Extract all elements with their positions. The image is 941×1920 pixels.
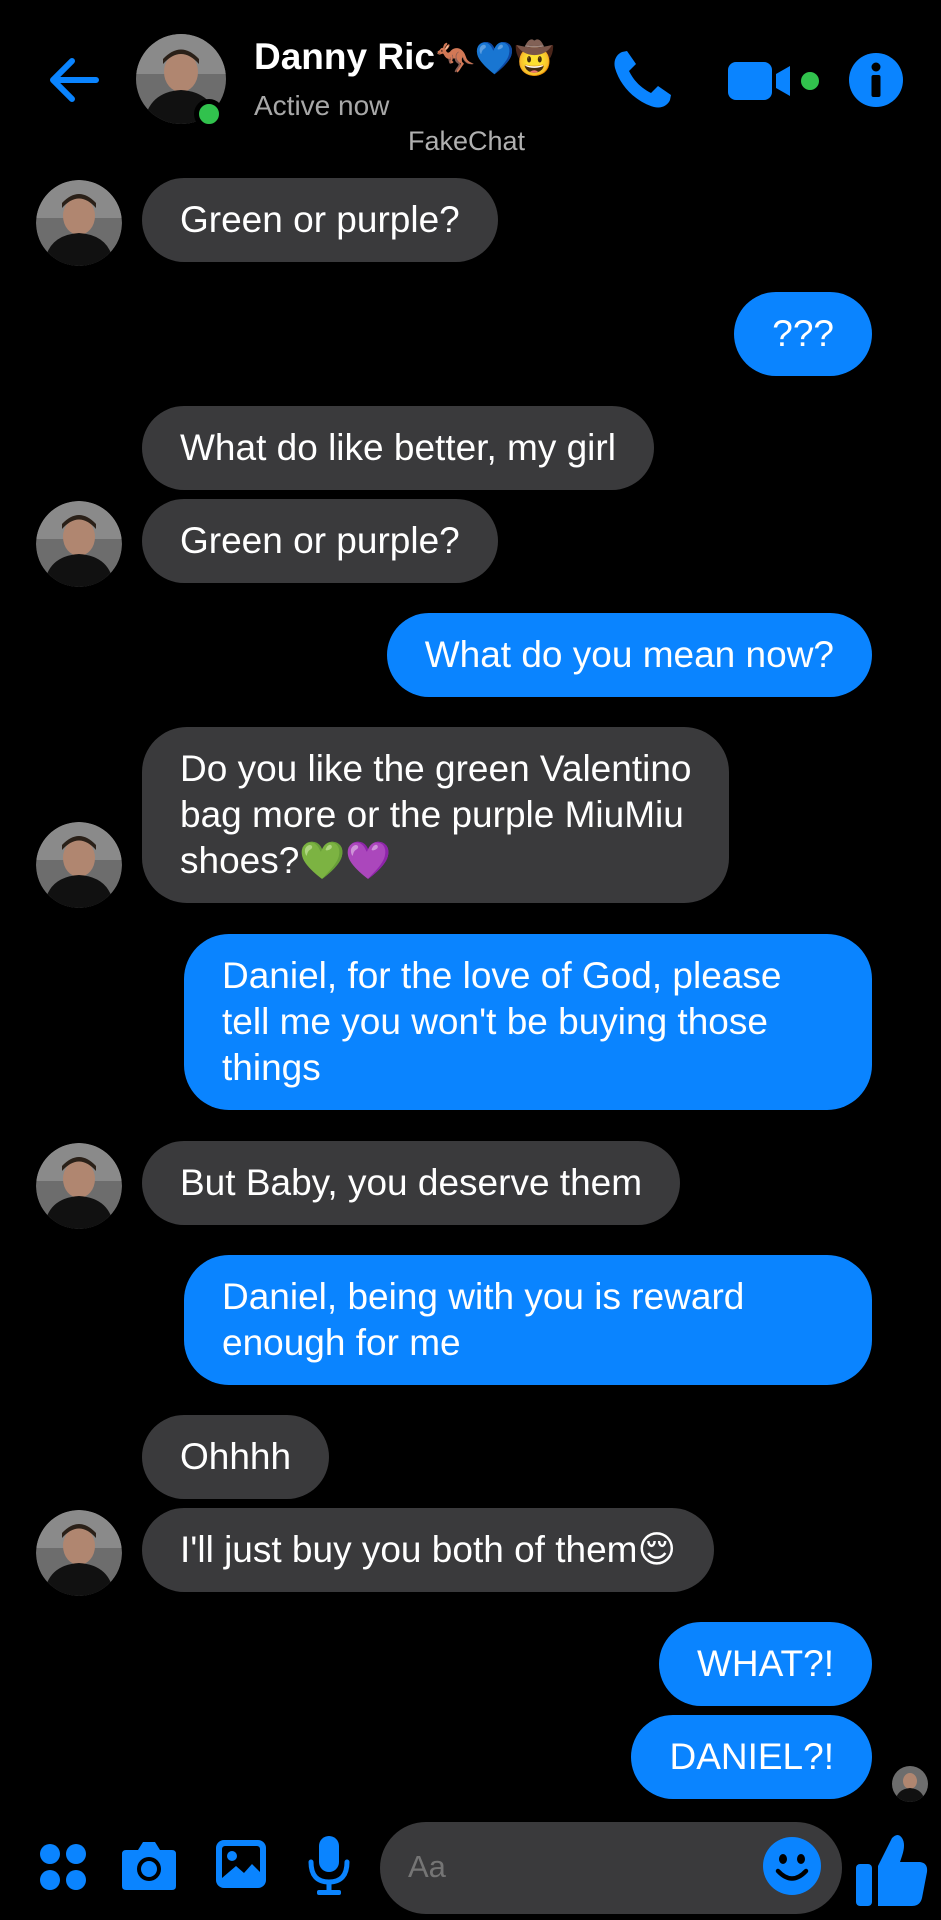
read-receipt-avatar [892,1766,928,1802]
video-camera-icon[interactable] [724,56,824,106]
message-bubble-incoming[interactable]: Green or purple? [142,178,498,262]
relieved-emoji: 😌 [637,1528,677,1571]
message-text: DANIEL?! [669,1736,834,1777]
contact-avatar[interactable] [36,822,122,908]
message-bubble-incoming[interactable]: Ohhhh [142,1415,330,1499]
message-bubble-outgoing[interactable]: What do you mean now? [386,613,872,697]
message-bubble-outgoing[interactable]: DANIEL?! [631,1715,872,1799]
message-text: Ohhhh [180,1436,292,1477]
message-text: What do like better, my girl [180,427,616,468]
heart-emojis: 💚💜 [299,839,392,882]
microphone-icon[interactable] [306,1834,352,1896]
message-text: WHAT?! [696,1643,834,1684]
message-text-line: Daniel, being with you is reward [222,1276,745,1317]
message-bubble-incoming[interactable]: I'll just buy you both of them😌 [142,1508,715,1592]
watermark: FakeChat [408,126,526,156]
message-input[interactable] [408,1849,748,1885]
message-text-line: things [222,1047,321,1088]
message-bubble-outgoing[interactable]: Daniel, being with you is reward enough … [184,1255,872,1385]
image-icon[interactable] [214,1838,268,1890]
camera-icon[interactable] [120,1838,178,1892]
message-text: Green or purple? [180,520,460,561]
info-icon[interactable] [848,52,904,108]
message-text: I'll just buy you both of them [180,1529,638,1570]
name-emojis: 🦘💙🤠 [434,39,555,77]
contact-avatar[interactable] [36,501,122,587]
message-text-line: bag more or the purple MiuMiu [180,794,684,835]
message-text-line: enough for me [222,1322,461,1363]
active-status: Active now [254,90,390,121]
message-bubble-incoming[interactable]: Green or purple? [142,499,498,583]
contact-avatar[interactable] [36,1143,122,1229]
phone-icon[interactable] [608,46,676,114]
contact-avatar[interactable] [36,1510,122,1596]
message-text-line: tell me you won't be buying those [222,1001,768,1042]
contact-name[interactable]: Danny Ric🦘💙🤠 [254,36,554,78]
smiley-icon[interactable] [762,1836,822,1896]
message-bubble-outgoing[interactable]: WHAT?! [658,1622,872,1706]
contact-avatar[interactable] [36,180,122,266]
message-text-line: Daniel, for the love of God, please [222,955,782,996]
message-bubble-outgoing[interactable]: ??? [734,292,872,376]
apps-grid-icon[interactable] [38,1842,88,1892]
message-bubble-outgoing[interactable]: Daniel, for the love of God, please tell… [184,934,872,1110]
message-bubble-incoming[interactable]: Do you like the green Valentino bag more… [142,727,730,903]
online-indicator [194,99,224,129]
message-bubble-incoming[interactable]: But Baby, you deserve them [142,1141,681,1225]
message-text: Green or purple? [180,199,460,240]
message-bubble-incoming[interactable]: What do like better, my girl [142,406,654,490]
message-text: ??? [772,313,834,354]
message-text: But Baby, you deserve them [180,1162,643,1203]
message-text-line: shoes?💚💜 [180,839,392,882]
back-arrow-icon[interactable] [44,50,104,110]
thumbs-up-icon[interactable] [854,1830,930,1910]
message-text-line: Do you like the green Valentino [180,748,692,789]
chat-header: Danny Ric🦘💙🤠 Active now FakeChat [0,0,941,170]
message-text: What do you mean now? [424,634,834,675]
